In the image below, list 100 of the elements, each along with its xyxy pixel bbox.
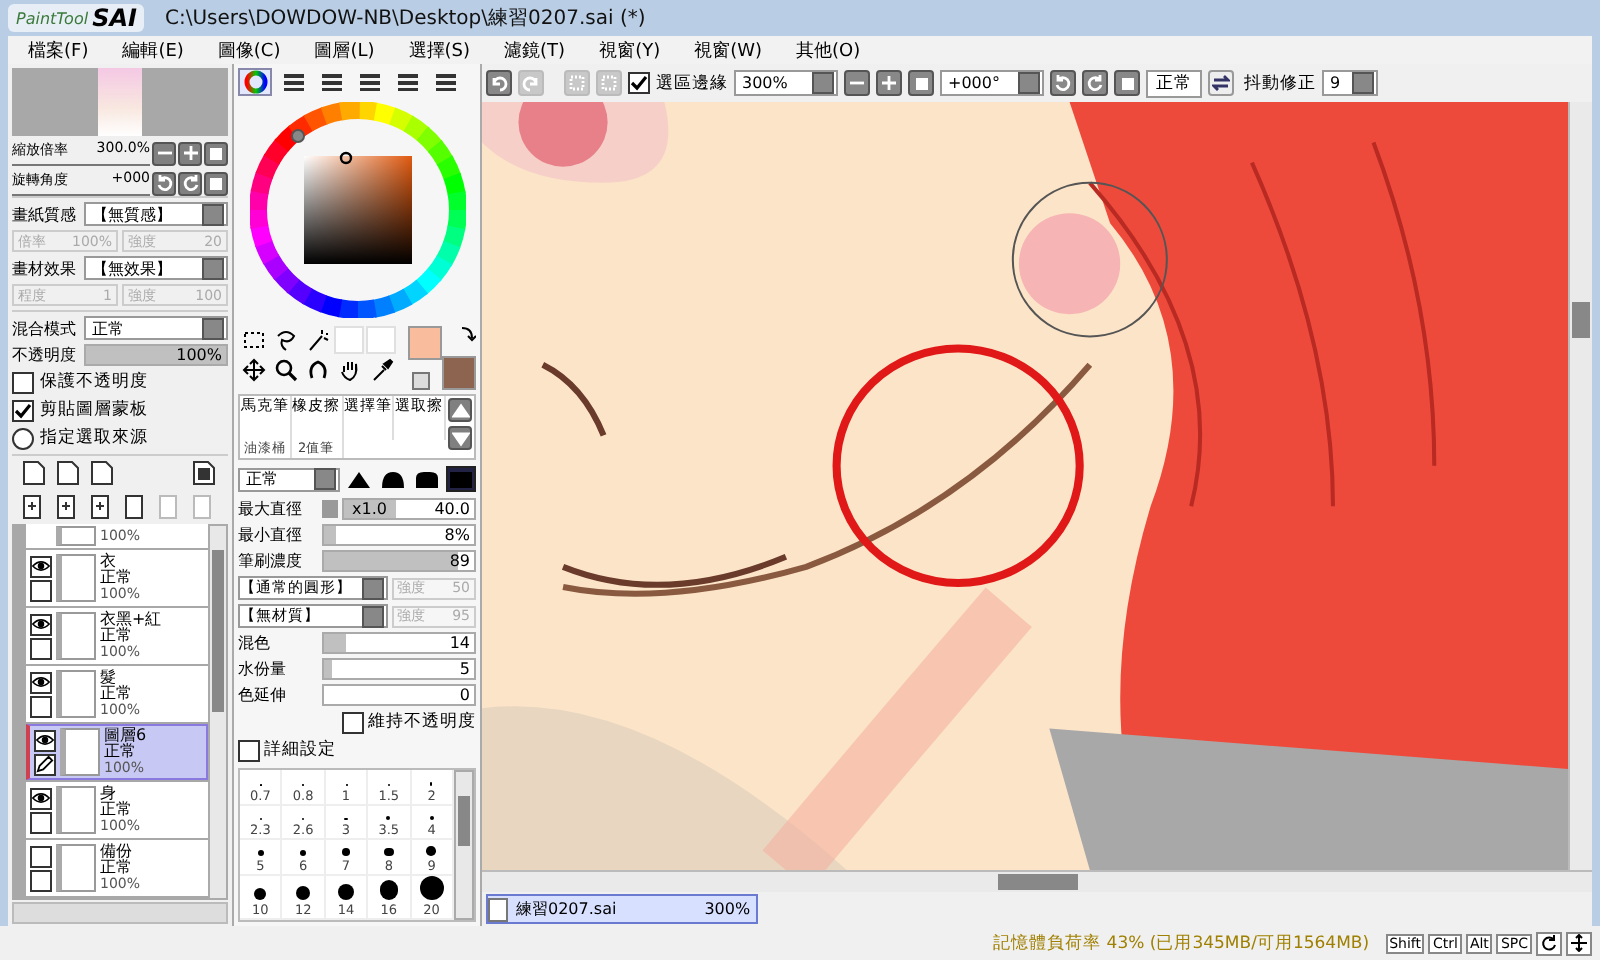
eye-icon[interactable] — [30, 671, 52, 693]
lock-box[interactable] — [30, 637, 52, 659]
document-icon — [488, 897, 508, 921]
layer-thumbnail — [56, 670, 96, 718]
menu-item[interactable]: 濾鏡(T) — [504, 37, 566, 63]
window-title: C:\Users\DOWDOW-NB\Desktop\練習0207.sai (*) — [164, 5, 646, 32]
eye-icon[interactable] — [30, 613, 52, 635]
brush-param-slider[interactable]: 0 — [322, 684, 476, 706]
eye-icon[interactable] — [30, 787, 52, 809]
menu-item[interactable]: 視窗(Y) — [599, 37, 661, 63]
rotate-right-icon — [1086, 74, 1104, 92]
opacity-slider[interactable]: 100% — [84, 344, 228, 366]
layer-name: 圖層6 — [104, 728, 147, 744]
color-wheel[interactable] — [249, 102, 465, 318]
lock-box[interactable] — [30, 811, 52, 833]
zoom-in-button[interactable] — [876, 70, 902, 96]
background-color-swatch[interactable] — [442, 356, 476, 390]
layer-scrollbar[interactable] — [208, 524, 228, 900]
zoom-dropdown[interactable]: 300% — [734, 70, 838, 96]
flip-button[interactable] — [1208, 70, 1234, 96]
brush-param-slider[interactable]: 89 — [322, 550, 476, 572]
scroll-up-button[interactable] — [448, 398, 472, 422]
menu-item[interactable]: 其他(O) — [796, 37, 861, 63]
rotate-right-button[interactable] — [1082, 70, 1108, 96]
layer-horizontal-scrollbar[interactable] — [12, 902, 228, 924]
checkbox[interactable] — [342, 711, 364, 733]
brush-param-label: 最小直徑 — [238, 524, 304, 546]
stabilizer-dropdown[interactable]: 9 — [1322, 70, 1378, 96]
foreground-color-swatch[interactable] — [408, 326, 442, 360]
menu-item[interactable]: 檔案(F) — [28, 37, 89, 63]
brush-param-label: 最大直徑 — [238, 498, 304, 520]
reset-rotation-button[interactable] — [1114, 70, 1140, 96]
zoom-out-button[interactable] — [152, 141, 176, 165]
reset-zoom-button[interactable] — [908, 70, 934, 96]
undo-button[interactable] — [486, 70, 512, 96]
mask-icon[interactable] — [190, 460, 218, 486]
checkbox[interactable] — [12, 371, 34, 393]
lock-box[interactable] — [30, 695, 52, 717]
lock-box[interactable] — [30, 579, 52, 601]
visibility-box[interactable] — [30, 845, 52, 867]
checkbox[interactable] — [12, 399, 34, 421]
app-logo: PaintTool SAI — [8, 4, 145, 32]
zoom-in-button[interactable] — [178, 141, 202, 165]
move-icon[interactable] — [238, 356, 268, 384]
brush-param-slider[interactable]: 14 — [322, 632, 476, 654]
menu-item[interactable]: 圖層(L) — [314, 37, 375, 63]
angle-dropdown[interactable]: +000° — [940, 70, 1044, 96]
reset-zoom-button[interactable] — [204, 141, 228, 165]
layer-name: 衣 — [100, 554, 116, 570]
artwork-thumbnail — [98, 68, 142, 136]
layer-mode: 正常 — [100, 628, 134, 644]
brush-param-slider[interactable]: 5 — [322, 658, 476, 680]
down-arrow-icon — [451, 429, 469, 447]
layer-mode: 正常 — [100, 860, 134, 876]
menu-item[interactable]: 視窗(W) — [694, 37, 763, 63]
brush-mode-dropdown[interactable]: 正常 — [238, 467, 340, 491]
brush-param-slider[interactable]: 8% — [322, 524, 476, 546]
folder-icon[interactable] — [88, 460, 116, 486]
pen-icon[interactable] — [34, 753, 56, 775]
layer-thumbnail — [60, 728, 100, 776]
radio-button[interactable] — [12, 427, 34, 449]
menu-item[interactable]: 編輯(E) — [122, 37, 184, 63]
lock-box[interactable] — [30, 869, 52, 891]
menu-item[interactable]: 圖像(C) — [217, 37, 281, 63]
document-tab[interactable]: 練習0207.sai 300% — [486, 894, 759, 924]
brush-tip-icon[interactable] — [412, 466, 442, 492]
layer-mode: 正常 — [104, 744, 138, 760]
brush-size-scrollbar[interactable] — [454, 770, 474, 920]
eye-icon[interactable] — [34, 729, 56, 751]
layer-mode: 正常 — [100, 802, 134, 818]
texture-dropdown[interactable]: 【無質感】 — [84, 202, 228, 226]
scroll-down-button[interactable] — [448, 426, 472, 450]
option-label: 維持不透明度 — [368, 710, 476, 734]
canvas-vertical-scrollbar[interactable] — [1568, 102, 1592, 870]
eye-icon[interactable] — [30, 555, 52, 577]
checkbox[interactable] — [238, 739, 260, 761]
new-layer-icon[interactable] — [20, 460, 48, 486]
reset-rotation-button[interactable] — [204, 171, 228, 195]
brush-tip-icon[interactable] — [378, 466, 408, 492]
blend-mode-label: 混合模式 — [12, 317, 78, 339]
redo-icon — [522, 74, 540, 92]
rotate-left-button[interactable] — [1050, 70, 1076, 96]
selection-rectangle-icon[interactable] — [238, 326, 268, 354]
zoom-icon[interactable] — [270, 356, 300, 384]
blend-mode-dropdown[interactable]: 正常 — [84, 316, 228, 340]
checkbox[interactable] — [628, 72, 650, 94]
view-mode-button[interactable]: 正常 — [1146, 69, 1202, 97]
canvas-horizontal-scrollbar[interactable] — [482, 870, 1592, 892]
rotate-right-button[interactable] — [178, 171, 202, 195]
layer-mode: 正常 — [100, 570, 134, 586]
menu-item[interactable]: 選擇(S) — [408, 37, 471, 63]
rotate-left-button[interactable] — [152, 171, 176, 195]
brush-param-slider[interactable]: x1.0 40.0 — [342, 498, 476, 520]
brush-param-label: 色延伸 — [238, 684, 288, 706]
swap-colors-icon[interactable] — [460, 326, 476, 342]
color-wheel-tab-icon[interactable] — [238, 68, 272, 96]
texture-dropdown[interactable]: 【無效果】 — [84, 256, 228, 280]
zoom-out-button[interactable] — [844, 70, 870, 96]
flip-icon — [1212, 74, 1230, 92]
texture-label: 畫材效果 — [12, 257, 78, 279]
